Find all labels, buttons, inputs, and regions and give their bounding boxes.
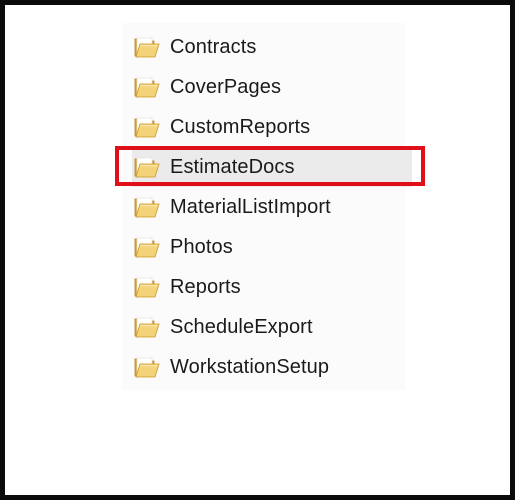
folder-label: MaterialListImport [170,195,331,218]
folder-item-workstationsetup[interactable]: WorkstationSetup [132,347,412,387]
folder-icon [134,76,160,98]
folder-icon [134,196,160,218]
folder-icon [134,316,160,338]
folder-item-customreports[interactable]: CustomReports [132,107,412,147]
folder-icon [134,116,160,138]
folder-label: Photos [170,235,233,258]
folder-icon [134,36,160,58]
folder-label: EstimateDocs [170,155,295,178]
folder-item-materiallistimport[interactable]: MaterialListImport [132,187,412,227]
folder-item-estimatedocs[interactable]: EstimateDocs [132,147,412,187]
folder-label: ScheduleExport [170,315,313,338]
folder-icon [134,236,160,258]
folder-item-photos[interactable]: Photos [132,227,412,267]
folder-icon [134,156,160,178]
folder-label: Contracts [170,35,257,58]
folder-item-contracts[interactable]: Contracts [132,27,412,67]
folder-label: CustomReports [170,115,311,138]
folder-item-coverpages[interactable]: CoverPages [132,67,412,107]
folder-item-scheduleexport[interactable]: ScheduleExport [132,307,412,347]
folder-label: CoverPages [170,75,282,98]
folder-label: WorkstationSetup [170,355,330,378]
folder-icon [134,356,160,378]
folder-icon [134,276,160,298]
folder-label: Reports [170,275,241,298]
folder-list: Contracts CoverPages CustomReports Estim… [132,27,412,387]
folder-item-reports[interactable]: Reports [132,267,412,307]
